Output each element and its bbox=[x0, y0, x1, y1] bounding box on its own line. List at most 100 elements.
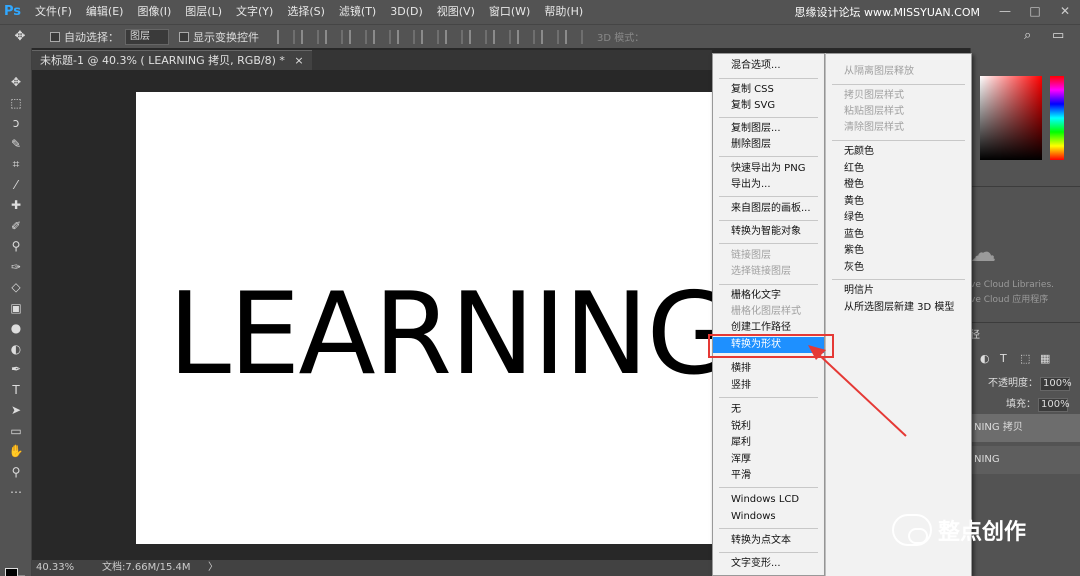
align-right-icon[interactable] bbox=[397, 29, 415, 44]
menu-item-postcard[interactable]: 明信片 bbox=[826, 283, 971, 299]
align-vcenter-icon[interactable] bbox=[301, 29, 319, 44]
dodge-tool-icon[interactable]: ◐ bbox=[0, 339, 32, 360]
menu-view[interactable]: 视图(V) bbox=[430, 0, 482, 24]
menu-3d[interactable]: 3D(D) bbox=[383, 0, 430, 24]
align-bottom-icon[interactable] bbox=[325, 29, 343, 44]
eraser-tool-icon[interactable]: ◇ bbox=[0, 277, 32, 298]
menu-item-delete-layer[interactable]: 删除图层 bbox=[713, 137, 824, 153]
menu-item-aa-crisp[interactable]: 犀利 bbox=[713, 435, 824, 451]
menu-item-convert-point-text[interactable]: 转换为点文本 bbox=[713, 533, 824, 549]
opacity-input[interactable]: 100% bbox=[1040, 377, 1072, 391]
menu-item-green[interactable]: 绿色 bbox=[826, 210, 971, 226]
minimize-button[interactable]: — bbox=[990, 0, 1020, 22]
auto-align-icon[interactable] bbox=[565, 29, 583, 44]
filter-adjust-icon[interactable]: ◐ bbox=[980, 352, 1000, 365]
menu-item-duplicate-layer[interactable]: 复制图层... bbox=[713, 121, 824, 137]
auto-select-dropdown[interactable]: 图层 bbox=[125, 28, 169, 45]
path-select-tool-icon[interactable]: ➤ bbox=[0, 400, 32, 421]
menu-item-yellow[interactable]: 黄色 bbox=[826, 194, 971, 210]
pen-tool-icon[interactable]: ✒ bbox=[0, 359, 32, 380]
menu-item-aa-strong[interactable]: 浑厚 bbox=[713, 452, 824, 468]
gradient-tool-icon[interactable]: ▣ bbox=[0, 298, 32, 319]
hand-tool-icon[interactable]: ✋ bbox=[0, 441, 32, 462]
shape-tool-icon[interactable]: ▭ bbox=[0, 421, 32, 442]
menu-edit[interactable]: 编辑(E) bbox=[79, 0, 131, 24]
menu-item-windows-lcd[interactable]: Windows LCD bbox=[713, 492, 824, 508]
menu-image[interactable]: 图像(I) bbox=[130, 0, 178, 24]
filter-smart-icon[interactable]: ▦ bbox=[1040, 352, 1060, 365]
menu-item-gray[interactable]: 灰色 bbox=[826, 260, 971, 276]
menu-item-aa-smooth[interactable]: 平滑 bbox=[713, 468, 824, 484]
menu-item-warp-text[interactable]: 文字变形... bbox=[713, 556, 824, 572]
fill-input[interactable]: 100% bbox=[1038, 398, 1070, 412]
crop-tool-icon[interactable]: ⌗ bbox=[0, 154, 32, 175]
menu-item-red[interactable]: 红色 bbox=[826, 161, 971, 177]
move-tool-icon[interactable]: ✥ bbox=[0, 72, 32, 93]
brush-tool-icon[interactable]: ✐ bbox=[0, 216, 32, 237]
menu-item-vertical[interactable]: 竖排 bbox=[713, 378, 824, 394]
search-icon[interactable]: ⌕ bbox=[1024, 28, 1042, 46]
menu-item-artboard-from-layers[interactable]: 来自图层的画板... bbox=[713, 201, 824, 217]
filter-type-icon[interactable]: T bbox=[1000, 352, 1020, 365]
filter-shape-icon[interactable]: ⬚ bbox=[1020, 352, 1040, 365]
hue-slider[interactable] bbox=[1050, 76, 1064, 160]
more-tools-icon[interactable]: ⋯ bbox=[0, 482, 32, 503]
show-transform-checkbox[interactable] bbox=[179, 31, 189, 42]
document-tab-close-icon[interactable]: × bbox=[294, 54, 303, 67]
zoom-tool-icon[interactable]: ⚲ bbox=[0, 462, 32, 483]
menu-help[interactable]: 帮助(H) bbox=[537, 0, 590, 24]
document-canvas[interactable]: LEARNING bbox=[136, 92, 734, 544]
menu-select[interactable]: 选择(S) bbox=[280, 0, 332, 24]
auto-select-checkbox[interactable] bbox=[50, 31, 60, 42]
menu-item-blending-options[interactable]: 混合选项... bbox=[713, 58, 824, 74]
menu-window[interactable]: 窗口(W) bbox=[482, 0, 537, 24]
workspace-icon[interactable]: ▭ bbox=[1052, 28, 1070, 46]
menu-item-copy-svg[interactable]: 复制 SVG bbox=[713, 98, 824, 114]
menu-item-aa-sharp[interactable]: 锐利 bbox=[713, 419, 824, 435]
align-left-icon[interactable] bbox=[349, 29, 367, 44]
align-top-icon[interactable] bbox=[277, 29, 295, 44]
close-button[interactable]: ✕ bbox=[1050, 0, 1080, 22]
history-brush-icon[interactable]: ✑ bbox=[0, 257, 32, 278]
menu-item-export-as[interactable]: 导出为... bbox=[713, 177, 824, 193]
distribute-bottom-icon[interactable] bbox=[469, 29, 487, 44]
align-hcenter-icon[interactable] bbox=[373, 29, 391, 44]
canvas-text-layer[interactable]: LEARNING bbox=[168, 278, 734, 391]
menu-file[interactable]: 文件(F) bbox=[28, 0, 79, 24]
menu-item-new-3d-model[interactable]: 从所选图层新建 3D 模型 bbox=[826, 300, 971, 316]
stamp-tool-icon[interactable]: ⚲ bbox=[0, 236, 32, 257]
lasso-tool-icon[interactable]: ↄ bbox=[0, 113, 32, 134]
status-menu-arrow[interactable]: 〉 bbox=[208, 560, 218, 576]
color-picker-field[interactable] bbox=[980, 76, 1042, 160]
zoom-level[interactable]: 40.33% bbox=[36, 560, 74, 576]
menu-item-rasterize-type[interactable]: 栅格化文字 bbox=[713, 288, 824, 304]
menu-type[interactable]: 文字(Y) bbox=[229, 0, 280, 24]
menu-item-orange[interactable]: 橙色 bbox=[826, 177, 971, 193]
healing-tool-icon[interactable]: ✚ bbox=[0, 195, 32, 216]
eyedropper-tool-icon[interactable]: ⁄ bbox=[0, 175, 32, 196]
distribute-vcenter-icon[interactable] bbox=[445, 29, 463, 44]
maximize-button[interactable]: □ bbox=[1020, 0, 1050, 22]
menu-item-horizontal[interactable]: 横排 bbox=[713, 361, 824, 377]
menu-item-windows[interactable]: Windows bbox=[713, 509, 824, 525]
menu-item-no-color[interactable]: 无颜色 bbox=[826, 144, 971, 160]
type-tool-icon[interactable]: T bbox=[0, 380, 32, 401]
layer-row[interactable]: NING bbox=[970, 446, 1080, 474]
menu-item-violet[interactable]: 紫色 bbox=[826, 243, 971, 259]
foreground-color-swatch[interactable] bbox=[5, 568, 18, 576]
menu-filter[interactable]: 滤镜(T) bbox=[332, 0, 383, 24]
menu-item-copy-css[interactable]: 复制 CSS bbox=[713, 82, 824, 98]
menu-item-blue[interactable]: 蓝色 bbox=[826, 227, 971, 243]
move-tool-icon[interactable]: ✥ bbox=[0, 29, 40, 44]
layer-row[interactable]: NING 拷贝 bbox=[970, 414, 1080, 442]
distribute-right-icon[interactable] bbox=[541, 29, 559, 44]
quick-select-tool-icon[interactable]: ✎ bbox=[0, 134, 32, 155]
distribute-hcenter-icon[interactable] bbox=[517, 29, 535, 44]
blur-tool-icon[interactable]: ● bbox=[0, 318, 32, 339]
menu-item-aa-none[interactable]: 无 bbox=[713, 402, 824, 418]
document-tab[interactable]: 未标题-1 @ 40.3% ( LEARNING 拷贝, RGB/8) * × bbox=[32, 50, 312, 70]
marquee-tool-icon[interactable]: ⬚ bbox=[0, 93, 32, 114]
menu-layer[interactable]: 图层(L) bbox=[178, 0, 229, 24]
distribute-top-icon[interactable] bbox=[421, 29, 439, 44]
menu-item-quick-export-png[interactable]: 快速导出为 PNG bbox=[713, 161, 824, 177]
